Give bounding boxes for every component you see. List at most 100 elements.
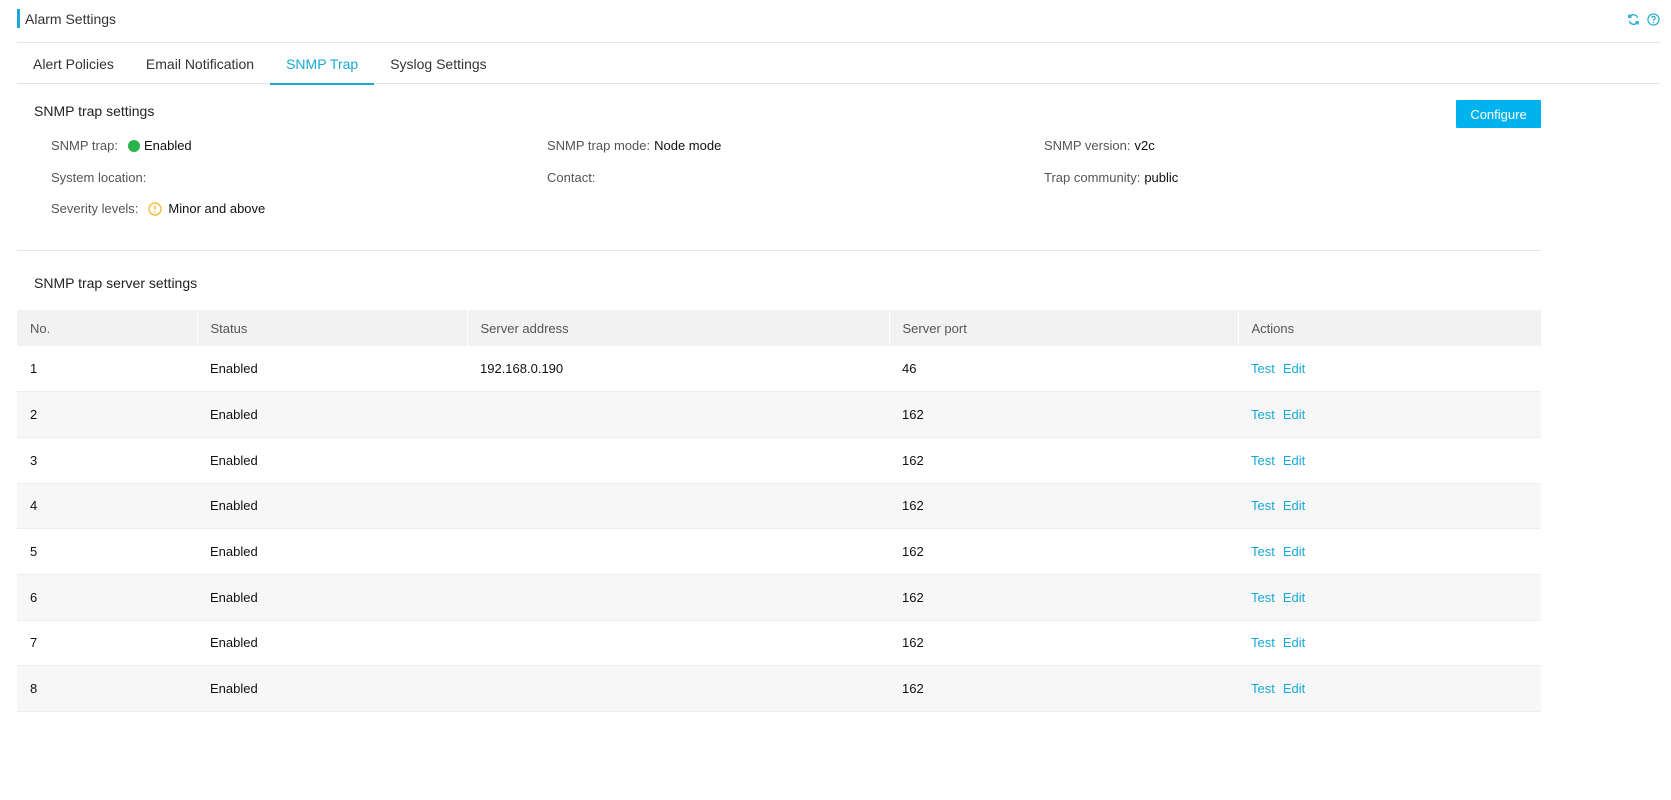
- configure-button[interactable]: Configure: [1456, 100, 1541, 128]
- trap-server-table: No. Status Server address Server port Ac…: [17, 310, 1541, 712]
- cell-server-port: 162: [889, 391, 1238, 438]
- test-link[interactable]: Test: [1251, 498, 1275, 513]
- edit-link[interactable]: Edit: [1283, 453, 1305, 468]
- cell-no: 1: [17, 346, 197, 393]
- column-header-actions: Actions: [1238, 310, 1541, 346]
- cell-server-address: [467, 483, 889, 530]
- cell-actions: Test Edit: [1238, 528, 1541, 575]
- edit-link[interactable]: Edit: [1283, 407, 1305, 422]
- tab-syslog-settings[interactable]: Syslog Settings: [374, 43, 503, 84]
- test-link[interactable]: Test: [1251, 453, 1275, 468]
- column-header-server-port: Server port: [889, 310, 1239, 346]
- table-row: 2 Enabled 162 Test Edit: [17, 391, 1541, 438]
- table-row: 1 Enabled 192.168.0.190 46 Test Edit: [17, 346, 1541, 393]
- cell-status: Enabled: [197, 346, 467, 393]
- cell-server-address: [467, 528, 889, 575]
- cell-actions: Test Edit: [1238, 437, 1541, 484]
- cell-actions: Test Edit: [1238, 574, 1541, 621]
- severity-levels-label: Severity levels:: [51, 201, 139, 216]
- test-link[interactable]: Test: [1251, 590, 1275, 605]
- table-row: 5 Enabled 162 Test Edit: [17, 528, 1541, 575]
- cell-no: 5: [17, 528, 197, 575]
- help-icon[interactable]: [1646, 12, 1660, 26]
- edit-link[interactable]: Edit: [1283, 361, 1305, 376]
- cell-server-port: 46: [889, 346, 1238, 393]
- snmp-trap-label: SNMP trap:: [51, 138, 118, 153]
- enabled-status-dot-icon: [127, 139, 140, 152]
- snmp-trap-mode-value: Node mode: [654, 138, 722, 153]
- cell-status: Enabled: [197, 528, 467, 575]
- title-accent-bar: [17, 9, 20, 28]
- page-title: Alarm Settings: [25, 11, 117, 27]
- contact-label: Contact:: [547, 170, 596, 185]
- severity-levels-value: Minor and above: [142, 201, 265, 216]
- cell-no: 3: [17, 437, 197, 484]
- contact-info: Contact:: [547, 170, 599, 185]
- refresh-icon[interactable]: [1626, 12, 1640, 26]
- snmp-trap-info: SNMP trap: Enabled: [51, 138, 192, 153]
- test-link[interactable]: Test: [1251, 544, 1275, 559]
- table-row: 7 Enabled 162 Test Edit: [17, 620, 1541, 667]
- tab-snmp-trap[interactable]: SNMP Trap: [270, 43, 375, 85]
- header-icons: [1626, 12, 1660, 26]
- test-link[interactable]: Test: [1251, 635, 1275, 650]
- cell-no: 7: [17, 620, 197, 667]
- cell-server-address: [467, 437, 889, 484]
- cell-no: 8: [17, 665, 197, 712]
- snmp-trap-status-text: Enabled: [143, 138, 192, 153]
- cell-server-address: [467, 391, 889, 438]
- cell-no: 6: [17, 574, 197, 621]
- table-row: 4 Enabled 162 Test Edit: [17, 483, 1541, 530]
- snmp-trap-mode-label: SNMP trap mode:: [547, 138, 651, 153]
- cell-server-port: 162: [889, 528, 1238, 575]
- cell-status: Enabled: [197, 437, 467, 484]
- column-header-no: No.: [17, 310, 198, 346]
- cell-status: Enabled: [197, 574, 467, 621]
- edit-link[interactable]: Edit: [1283, 544, 1305, 559]
- edit-link[interactable]: Edit: [1283, 590, 1305, 605]
- table-row: 8 Enabled 162 Test Edit: [17, 665, 1541, 712]
- cell-status: Enabled: [197, 620, 467, 667]
- cell-no: 2: [17, 391, 197, 438]
- tab-bar: Alert Policies Email Notification SNMP T…: [17, 43, 1660, 85]
- page-header: Alarm Settings: [17, 0, 1660, 43]
- server-settings-title: SNMP trap server settings: [34, 275, 198, 291]
- column-header-server-address: Server address: [467, 310, 890, 346]
- tab-email-notification[interactable]: Email Notification: [130, 43, 270, 84]
- trap-community-info: Trap community: public: [1044, 170, 1178, 185]
- cell-status: Enabled: [197, 665, 467, 712]
- test-link[interactable]: Test: [1251, 361, 1275, 376]
- cell-server-port: 162: [889, 483, 1238, 530]
- cell-no: 4: [17, 483, 197, 530]
- cell-server-port: 162: [889, 665, 1238, 712]
- tab-alert-policies[interactable]: Alert Policies: [17, 43, 130, 84]
- system-location-info: System location:: [51, 170, 150, 185]
- cell-server-address: [467, 574, 889, 621]
- cell-server-port: 162: [889, 620, 1238, 667]
- cell-actions: Test Edit: [1238, 665, 1541, 712]
- severity-levels-text: Minor and above: [168, 201, 266, 216]
- severity-levels-info: Severity levels: Minor and above: [51, 201, 265, 216]
- cell-status: Enabled: [197, 391, 467, 438]
- cell-actions: Test Edit: [1238, 483, 1541, 530]
- cell-status: Enabled: [197, 483, 467, 530]
- cell-server-address: [467, 620, 889, 667]
- table-row: 6 Enabled 162 Test Edit: [17, 574, 1541, 621]
- test-link[interactable]: Test: [1251, 681, 1275, 696]
- trap-community-value: public: [1144, 170, 1179, 185]
- cell-actions: Test Edit: [1238, 391, 1541, 438]
- edit-link[interactable]: Edit: [1283, 635, 1305, 650]
- edit-link[interactable]: Edit: [1283, 681, 1305, 696]
- edit-link[interactable]: Edit: [1283, 498, 1305, 513]
- cell-server-address: [467, 665, 889, 712]
- system-location-label: System location:: [51, 170, 147, 185]
- column-header-status: Status: [197, 310, 468, 346]
- snmp-trap-mode-info: SNMP trap mode: Node mode: [547, 138, 721, 153]
- table-row: 3 Enabled 162 Test Edit: [17, 437, 1541, 484]
- cell-server-port: 162: [889, 437, 1238, 484]
- test-link[interactable]: Test: [1251, 407, 1275, 422]
- cell-server-port: 162: [889, 574, 1238, 621]
- section-divider: [17, 250, 1541, 251]
- snmp-version-label: SNMP version:: [1044, 138, 1131, 153]
- snmp-trap-value: Enabled: [122, 138, 192, 153]
